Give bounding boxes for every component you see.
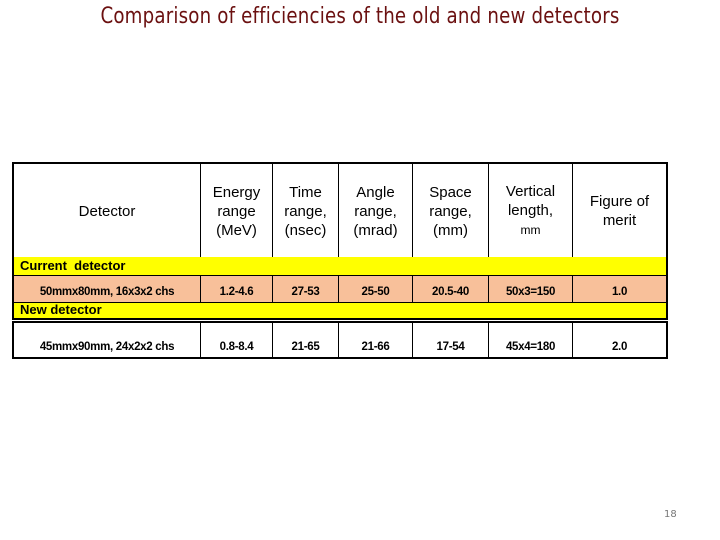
table-header: Detector Energy range (MeV) Time range, (nse…: [12, 162, 668, 259]
section-new-detector: New detector: [12, 303, 668, 320]
header-time-range: Time range, (nsec): [272, 164, 338, 258]
header-angle-range: Angle range, (mrad): [338, 164, 412, 258]
cell-angle: 21-66: [338, 323, 412, 357]
cell-space: 20.5-40: [412, 276, 488, 302]
header-detector: Detector: [78, 202, 136, 220]
cell-energy: 1.2-4.6: [200, 276, 272, 302]
header-vertical-length: Vertical length, mm: [488, 164, 572, 258]
cell-energy: 0.8-8.4: [200, 323, 272, 357]
slide-title: Comparison of efficiencies of the old an…: [100, 4, 620, 29]
cell-merit: 1.0: [572, 276, 666, 302]
table-row-new: 45mmx90mm, 24x2x2 chs 0.8-8.4 21-65 21-6…: [12, 321, 668, 359]
header-energy-range: Energy range (MeV): [200, 164, 272, 258]
cell-detector: 50mmx80mm, 16x3x2 chs: [39, 286, 175, 298]
cell-detector: 45mmx90mm, 24x2x2 chs: [39, 341, 175, 353]
cell-time: 27-53: [272, 276, 338, 302]
cell-space: 17-54: [412, 323, 488, 357]
cell-angle: 25-50: [338, 276, 412, 302]
cell-vertical: 50x3=150: [488, 276, 572, 302]
header-figure-of-merit: Figure of merit: [572, 164, 666, 258]
table-row-current: 50mmx80mm, 16x3x2 chs 1.2-4.6 27-53 25-5…: [12, 276, 668, 303]
header-space-range: Space range, (mm): [412, 164, 488, 258]
cell-time: 21-65: [272, 323, 338, 357]
cell-vertical: 45x4=180: [488, 323, 572, 357]
page-number: 18: [664, 509, 677, 520]
cell-merit: 2.0: [572, 323, 666, 357]
section-current-detector: Current detector: [12, 257, 668, 276]
comparison-table: Detector Energy range (MeV) Time range, (nse…: [12, 162, 668, 359]
